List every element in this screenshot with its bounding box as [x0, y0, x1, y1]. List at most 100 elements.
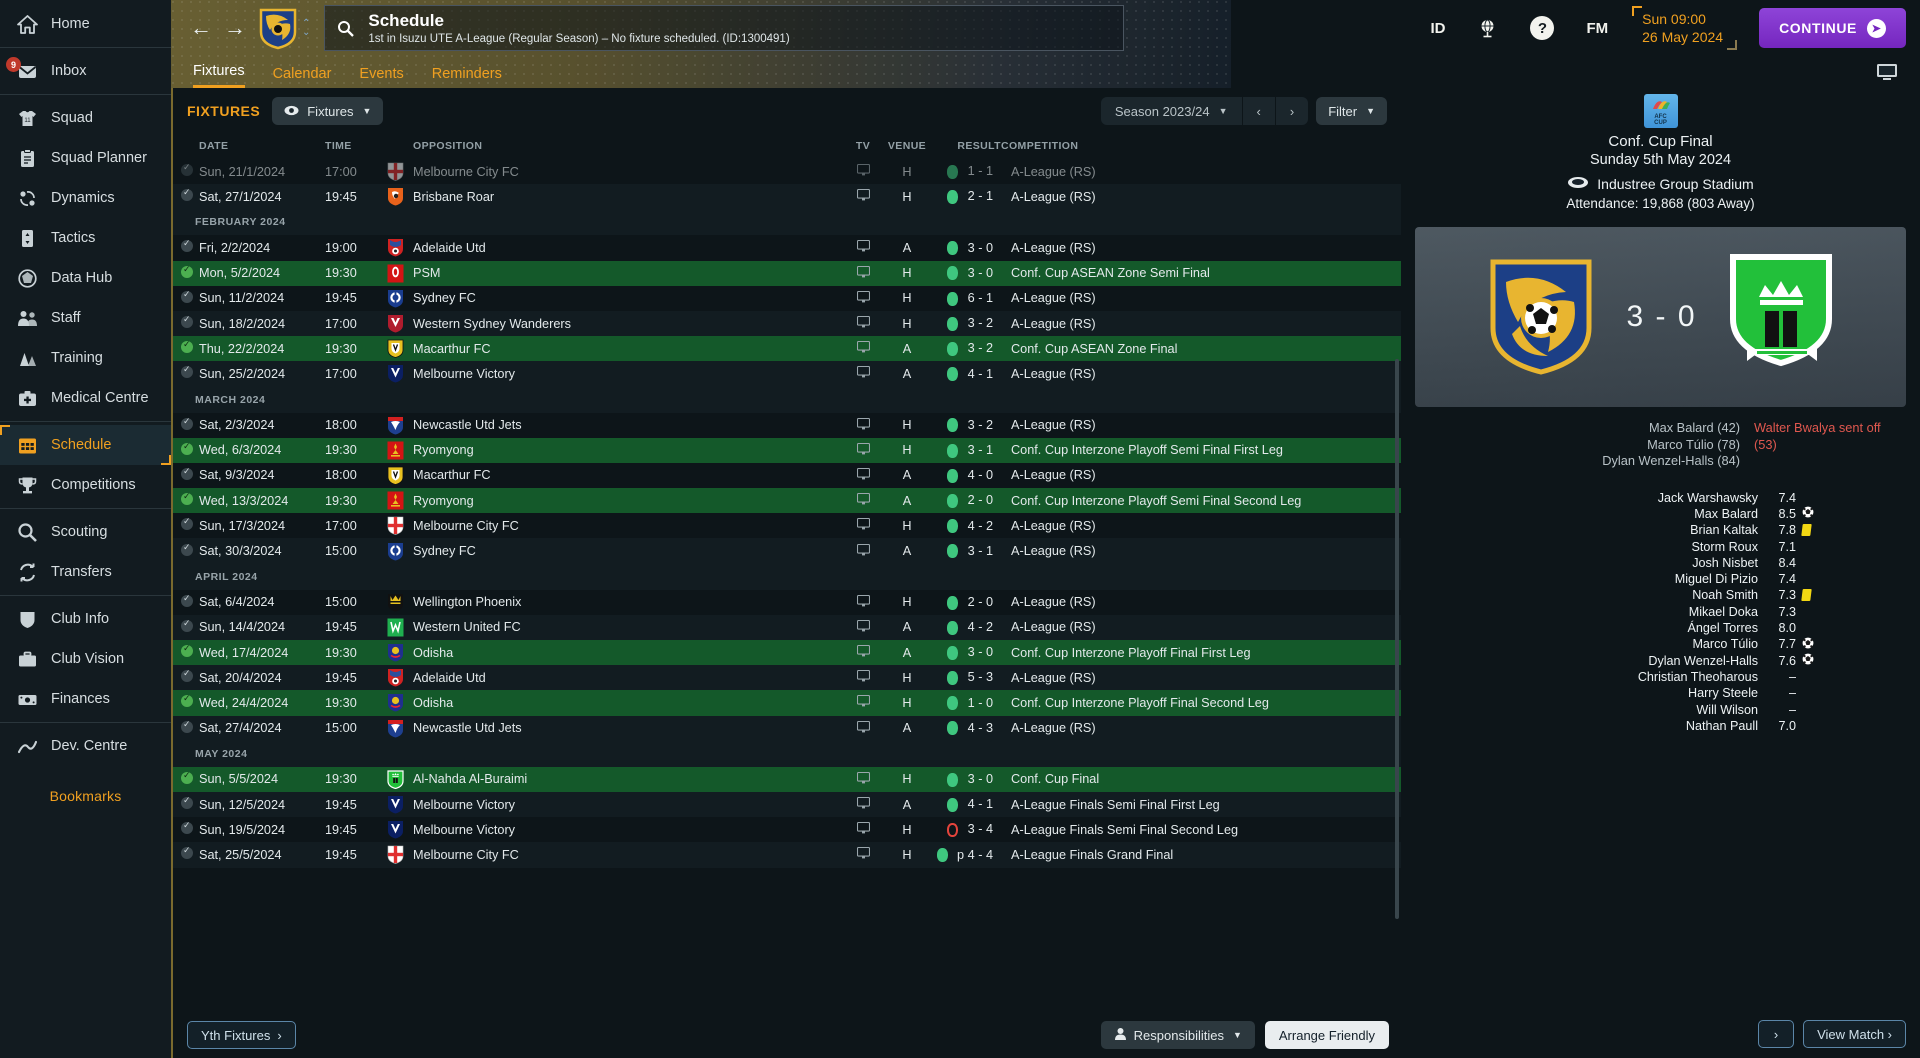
fixture-opponent[interactable]: Melbourne Victory: [413, 791, 841, 818]
sidebar-item-scouting[interactable]: Scouting: [0, 512, 171, 552]
player-rating-row[interactable]: Miguel Di Pizio 7.4: [1401, 571, 1828, 587]
table-row[interactable]: Sat, 6/4/2024 15:00 Wellington Phoenix H 2 …: [173, 590, 1401, 615]
table-row[interactable]: Wed, 13/3/202419:30 Ryomyong A 2 - 0Conf. …: [173, 488, 1401, 514]
fixture-opponent[interactable]: Western United FC: [413, 614, 841, 640]
globe-icon[interactable]: [1477, 18, 1498, 39]
table-row[interactable]: Sat, 30/3/202415:00 Sydney FC A 3 - 1A-Lea…: [173, 538, 1401, 564]
fixture-checkbox[interactable]: [173, 715, 199, 741]
vertical-scrollbar[interactable]: [1395, 359, 1399, 919]
table-row[interactable]: Mon, 5/2/202419:30 PSM H 3 - 0Conf. Cup AS…: [173, 260, 1401, 286]
fixture-checkbox[interactable]: [173, 817, 199, 842]
fixture-checkbox[interactable]: [173, 513, 199, 538]
table-row[interactable]: Sun, 21/1/2024 17:00 Melbourne City FC H 1 …: [173, 159, 1401, 184]
season-selector[interactable]: Season 2023/24 ▼: [1101, 97, 1242, 125]
fixture-checkbox[interactable]: [173, 413, 199, 438]
fixture-checkbox[interactable]: [173, 260, 199, 286]
fixture-checkbox[interactable]: [173, 488, 199, 514]
fixture-opponent[interactable]: Sydney FC: [413, 286, 841, 311]
fixture-opponent[interactable]: Odisha: [413, 640, 841, 666]
table-row[interactable]: Sun, 18/2/202417:00 Western Sydney Wander…: [173, 310, 1401, 337]
fixture-checkbox[interactable]: [173, 159, 199, 184]
player-rating-row[interactable]: Ángel Torres 8.0: [1401, 620, 1828, 636]
sidebar-item-dynamics[interactable]: Dynamics: [0, 178, 171, 218]
fixture-checkbox[interactable]: [173, 286, 199, 311]
fixture-checkbox[interactable]: [173, 614, 199, 640]
tab-calendar[interactable]: Calendar: [273, 66, 332, 88]
fixture-opponent[interactable]: Macarthur FC: [413, 336, 841, 362]
table-row[interactable]: Wed, 6/3/202419:30 Ryomyong H 3 - 1Conf. C…: [173, 437, 1401, 463]
table-row[interactable]: Sun, 12/5/202419:45 Melbourne Victory A 4 …: [173, 791, 1401, 818]
player-rating-row[interactable]: Max Balard 8.5: [1401, 506, 1828, 522]
fixture-opponent[interactable]: Newcastle Utd Jets: [413, 413, 841, 438]
table-row[interactable]: Fri, 2/2/2024 19:00 Adelaide Utd A 3 - 0 A-L…: [173, 235, 1401, 260]
fixture-checkbox[interactable]: [173, 590, 199, 615]
col-opposition[interactable]: OPPOSITION: [413, 134, 841, 159]
table-row[interactable]: Sun, 25/2/202417:00 Melbourne Victory A 4 …: [173, 361, 1401, 387]
id-icon[interactable]: ID: [1430, 20, 1445, 37]
fixture-opponent[interactable]: Melbourne City FC: [413, 842, 841, 868]
tab-events[interactable]: Events: [359, 66, 403, 88]
fixture-checkbox[interactable]: [173, 640, 199, 666]
fixture-opponent[interactable]: Western Sydney Wanderers: [413, 310, 841, 337]
sidebar-item-home[interactable]: Home: [0, 4, 171, 44]
sidebar-item-finances[interactable]: Finances: [0, 679, 171, 719]
fixture-opponent[interactable]: Melbourne Victory: [413, 361, 841, 387]
search-box[interactable]: Schedule 1st in Isuzu UTE A-League (Regu…: [324, 5, 1125, 51]
fixture-checkbox[interactable]: [173, 665, 199, 691]
view-match-button[interactable]: View Match ›: [1803, 1020, 1906, 1048]
sidebar-item-club-vision[interactable]: Club Vision: [0, 639, 171, 679]
fixture-opponent[interactable]: PSM: [413, 260, 841, 286]
sidebar-item-club-info[interactable]: Club Info: [0, 599, 171, 639]
player-rating-row[interactable]: Nathan Paull 7.0: [1401, 718, 1828, 734]
table-row[interactable]: Wed, 24/4/202419:30 Odisha H 1 - 0Conf. Cu…: [173, 690, 1401, 716]
player-rating-row[interactable]: Dylan Wenzel-Halls 7.6: [1401, 652, 1828, 668]
player-rating-row[interactable]: Harry Steele –: [1401, 685, 1828, 701]
back-arrow-icon[interactable]: ←: [184, 11, 218, 45]
tab-fixtures[interactable]: Fixtures: [193, 63, 245, 88]
crest-spinner[interactable]: ⌃ ⌄: [302, 19, 310, 38]
fixture-opponent[interactable]: Brisbane Roar: [413, 184, 841, 210]
fixture-checkbox[interactable]: [173, 235, 199, 260]
bookmarks-label[interactable]: Bookmarks: [0, 788, 171, 804]
fixture-checkbox[interactable]: [173, 437, 199, 463]
responsibilities-button[interactable]: Responsibilities ▼: [1100, 1021, 1255, 1049]
sidebar-item-dev-centre[interactable]: Dev. Centre: [0, 726, 171, 766]
fixture-checkbox[interactable]: [173, 538, 199, 564]
table-row[interactable]: Sat, 9/3/2024 18:00 Macarthur FC A 4 - 0 A-L…: [173, 463, 1401, 488]
player-rating-row[interactable]: Noah Smith 7.3: [1401, 587, 1828, 603]
continue-button[interactable]: CONTINUE ➤: [1759, 8, 1906, 48]
table-row[interactable]: Sun, 5/5/202419:30 Al-Nahda Al-Buraimi H 3…: [173, 766, 1401, 792]
fixture-opponent[interactable]: Al-Nahda Al-Buraimi: [413, 766, 841, 792]
tab-reminders[interactable]: Reminders: [432, 66, 502, 88]
fixtures-scroll-area[interactable]: Sun, 21/1/2024 17:00 Melbourne City FC H 1 …: [173, 159, 1401, 1011]
table-row[interactable]: Sat, 20/4/202419:45 Adelaide Utd H 5 - 3A-…: [173, 665, 1401, 691]
fixture-checkbox[interactable]: [173, 842, 199, 868]
sidebar-item-medical-centre[interactable]: Medical Centre: [0, 378, 171, 418]
sidebar-item-data-hub[interactable]: Data Hub: [0, 258, 171, 298]
fixture-opponent[interactable]: Melbourne Victory: [413, 817, 841, 842]
display-mode-icon[interactable]: [1876, 63, 1898, 84]
sidebar-item-staff[interactable]: Staff: [0, 298, 171, 338]
sidebar-item-training[interactable]: Training: [0, 338, 171, 378]
fixture-opponent[interactable]: Ryomyong: [413, 488, 841, 514]
sidebar-item-competitions[interactable]: Competitions: [0, 465, 171, 505]
table-row[interactable]: Sat, 25/5/202419:45 Melbourne City FC H p …: [173, 842, 1401, 868]
arrange-friendly-button[interactable]: Arrange Friendly: [1264, 1021, 1389, 1049]
table-row[interactable]: Sun, 11/2/2024 19:45 Sydney FC H 6 - 1 A-Lea…: [173, 286, 1401, 311]
season-next-button[interactable]: ›: [1276, 97, 1308, 125]
fixture-opponent[interactable]: Newcastle Utd Jets: [413, 715, 841, 741]
table-row[interactable]: Sat, 27/4/202415:00 Newcastle Utd Jets A 4…: [173, 715, 1401, 741]
sidebar-item-inbox[interactable]: 9 Inbox: [0, 51, 171, 91]
table-row[interactable]: Sat, 2/3/2024 18:00 Newcastle Utd Jets H 3 …: [173, 413, 1401, 438]
fixture-checkbox[interactable]: [173, 690, 199, 716]
table-row[interactable]: Sun, 19/5/2024 19:45 Melbourne Victory H 3 …: [173, 817, 1401, 842]
fixture-opponent[interactable]: Odisha: [413, 690, 841, 716]
player-rating-row[interactable]: Christian Theoharous –: [1401, 669, 1828, 685]
col-time[interactable]: TIME: [325, 134, 387, 159]
col-result[interactable]: RESULT: [929, 134, 1001, 159]
player-rating-row[interactable]: Brian Kaltak 7.8: [1401, 522, 1828, 538]
fixture-opponent[interactable]: Macarthur FC: [413, 463, 841, 488]
match-score-box[interactable]: 3 - 0: [1415, 227, 1906, 407]
fm-logo-icon[interactable]: FM: [1586, 20, 1608, 37]
filter-button[interactable]: Filter ▼: [1316, 97, 1387, 125]
